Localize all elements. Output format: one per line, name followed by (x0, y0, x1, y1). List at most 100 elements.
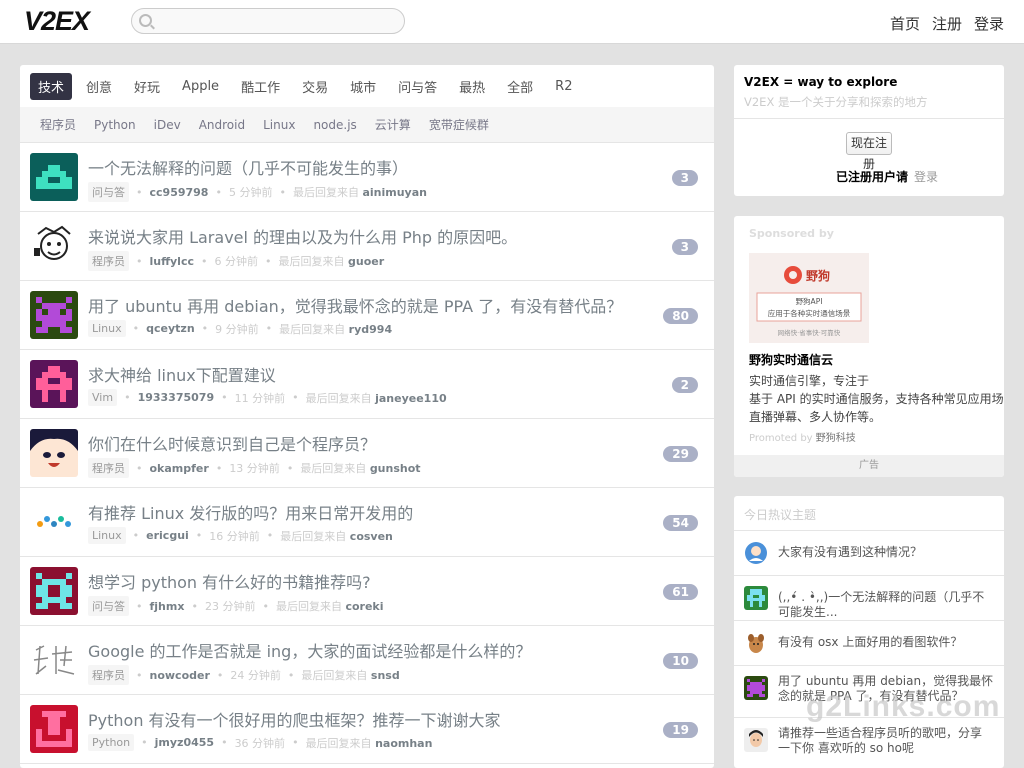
topic-time: 16 分钟前 (209, 529, 260, 543)
last-reply-user[interactable]: janeyee110 (375, 392, 447, 405)
node-tag[interactable]: Python (88, 734, 135, 751)
search-box[interactable] (131, 8, 405, 34)
node-tag[interactable]: 程序员 (88, 458, 129, 478)
subtab-linux[interactable]: Linux (263, 118, 295, 132)
tab-tech[interactable]: 技术 (30, 72, 73, 100)
node-tag[interactable]: Vim (88, 389, 118, 406)
node-tag[interactable]: 程序员 (88, 665, 129, 685)
reply-count-badge[interactable]: 3 (671, 170, 698, 186)
node-tag[interactable]: 问与答 (88, 596, 129, 616)
tab-apple[interactable]: Apple (174, 75, 227, 98)
topic-title[interactable]: Python 有没有一个很好用的爬虫框架？推荐一下谢谢大家 (88, 707, 501, 731)
avatar[interactable] (744, 586, 768, 610)
ad-image-slogan: 网络快·省事快·可靠快 (778, 328, 841, 337)
tab-city[interactable]: 城市 (342, 73, 384, 100)
topic-author[interactable]: jmyz0455 (155, 736, 214, 749)
nav-login-link[interactable]: 登录 (974, 13, 1004, 34)
topic-item: Google 的工作是否就是 ing，大家的面试经验都是什么样的？ 程序员 • n… (20, 626, 714, 695)
subtab-programmer[interactable]: 程序员 (40, 116, 76, 133)
nav-register-link[interactable]: 注册 (932, 13, 962, 34)
login-link[interactable]: 登录 (914, 170, 938, 184)
topic-author[interactable]: fjhmx (150, 600, 185, 613)
ad-footer[interactable]: 广告 (734, 455, 1004, 477)
avatar[interactable] (30, 222, 78, 270)
reply-count-badge[interactable]: 61 (663, 584, 698, 600)
subtab-cloud[interactable]: 云计算 (375, 116, 411, 133)
topic-title[interactable]: 求大神给 linux下配置建议 (88, 362, 276, 386)
tab-r2[interactable]: R2 (547, 75, 580, 98)
subtab-broadband[interactable]: 宽带症候群 (429, 116, 489, 133)
last-reply-user[interactable]: snsd (371, 669, 400, 682)
hot-topic-title[interactable]: 大家有没有遇到这种情况？ (778, 545, 996, 560)
topic-title[interactable]: Google 的工作是否就是 ing，大家的面试经验都是什么样的？ (88, 638, 531, 662)
last-reply-user[interactable]: gunshot (370, 462, 421, 475)
avatar[interactable] (744, 541, 768, 565)
avatar[interactable] (30, 360, 78, 408)
topic-author[interactable]: nowcoder (150, 669, 210, 682)
topic-author[interactable]: okampfer (150, 462, 209, 475)
reply-count-badge[interactable]: 19 (663, 722, 698, 738)
topic-author[interactable]: 1933375079 (138, 391, 215, 404)
topic-author[interactable]: ericgui (146, 529, 189, 542)
promoted-by-link[interactable]: 野狗科技 (816, 433, 856, 444)
subtab-idev[interactable]: iDev (154, 118, 181, 132)
promoted-by: Promoted by 野狗科技 (749, 429, 856, 444)
tab-all[interactable]: 全部 (499, 73, 541, 100)
node-tag[interactable]: Linux (88, 320, 126, 337)
avatar[interactable] (30, 153, 78, 201)
avatar[interactable] (744, 676, 768, 700)
topic-title[interactable]: 一个无法解释的问题（几乎不可能发生的事） (88, 155, 408, 179)
topic-title[interactable]: 来说说大家用 Laravel 的理由以及为什么用 Php 的原因吧。 (88, 224, 517, 248)
avatar[interactable] (30, 636, 78, 684)
avatar[interactable] (744, 631, 768, 655)
nav-home-link[interactable]: 首页 (890, 13, 920, 34)
node-tag[interactable]: Linux (88, 527, 126, 544)
ad-image-caption-1: 野狗API (796, 296, 823, 306)
reply-count-badge[interactable]: 10 (663, 653, 698, 669)
topic-title[interactable]: 你们在什么时候意识到自己是个程序员？ (88, 431, 376, 455)
hot-topic-title[interactable]: (,,•́ . •̀,,)一个无法解释的问题（几乎不可能发生... (778, 590, 996, 620)
hot-topic-title[interactable]: 有没有 osx 上面好用的看图软件？ (778, 635, 996, 650)
last-reply-user[interactable]: cosven (350, 530, 393, 543)
last-reply-user[interactable]: ryd994 (349, 323, 392, 336)
sponsor-image[interactable]: 野狗 野狗API 应用于各种实时通信场景 网络快·省事快·可靠快 (749, 253, 869, 343)
topic-title[interactable]: 用了 ubuntu 再用 debian，觉得我最怀念的就是 PPA 了，有没有替… (88, 293, 622, 317)
topic-author[interactable]: luffylcc (150, 255, 195, 268)
hot-topic-title[interactable]: 请推荐一些适合程序员听的歌吧，分享 一下你 喜欢听的 so ho呢 (778, 726, 996, 756)
subtab-nodejs[interactable]: node.js (313, 118, 356, 132)
avatar[interactable] (30, 498, 78, 546)
site-logo[interactable]: V2EX (24, 6, 90, 37)
reply-count-badge[interactable]: 54 (663, 515, 698, 531)
subtab-android[interactable]: Android (199, 118, 245, 132)
topic-author[interactable]: cc959798 (150, 186, 209, 199)
ad-title[interactable]: 野狗实时通信云 (749, 351, 833, 368)
avatar[interactable] (30, 429, 78, 477)
tab-qna[interactable]: 问与答 (390, 73, 445, 100)
reply-count-badge[interactable]: 3 (671, 239, 698, 255)
last-reply-user[interactable]: guoer (348, 255, 384, 268)
tab-creative[interactable]: 创意 (78, 73, 120, 100)
tab-jobs[interactable]: 酷工作 (233, 73, 288, 100)
avatar[interactable] (30, 567, 78, 615)
topic-title[interactable]: 想学习 python 有什么好的书籍推荐吗? (88, 569, 371, 593)
node-tag[interactable]: 程序员 (88, 251, 129, 271)
register-button[interactable]: 现在注册 (846, 132, 892, 171)
search-input[interactable] (158, 12, 398, 30)
avatar[interactable] (744, 728, 768, 752)
avatar[interactable] (30, 705, 78, 753)
tab-deals[interactable]: 交易 (294, 73, 336, 100)
topic-title[interactable]: 有推荐 Linux 发行版的吗？用来日常开发用的 (88, 500, 413, 524)
node-tag[interactable]: 问与答 (88, 182, 129, 202)
last-reply-user[interactable]: naomhan (375, 737, 432, 750)
reply-count-badge[interactable]: 29 (663, 446, 698, 462)
tab-hot[interactable]: 最热 (451, 73, 493, 100)
reply-count-badge[interactable]: 2 (671, 377, 698, 393)
topic-time: 23 分钟前 (204, 600, 256, 613)
avatar[interactable] (30, 291, 78, 339)
reply-count-badge[interactable]: 80 (663, 308, 698, 324)
tab-play[interactable]: 好玩 (126, 73, 168, 100)
last-reply-user[interactable]: coreki (345, 600, 383, 613)
last-reply-user[interactable]: ainimuyan (362, 186, 427, 199)
topic-author[interactable]: qceytzn (146, 322, 195, 335)
subtab-python[interactable]: Python (94, 118, 136, 132)
